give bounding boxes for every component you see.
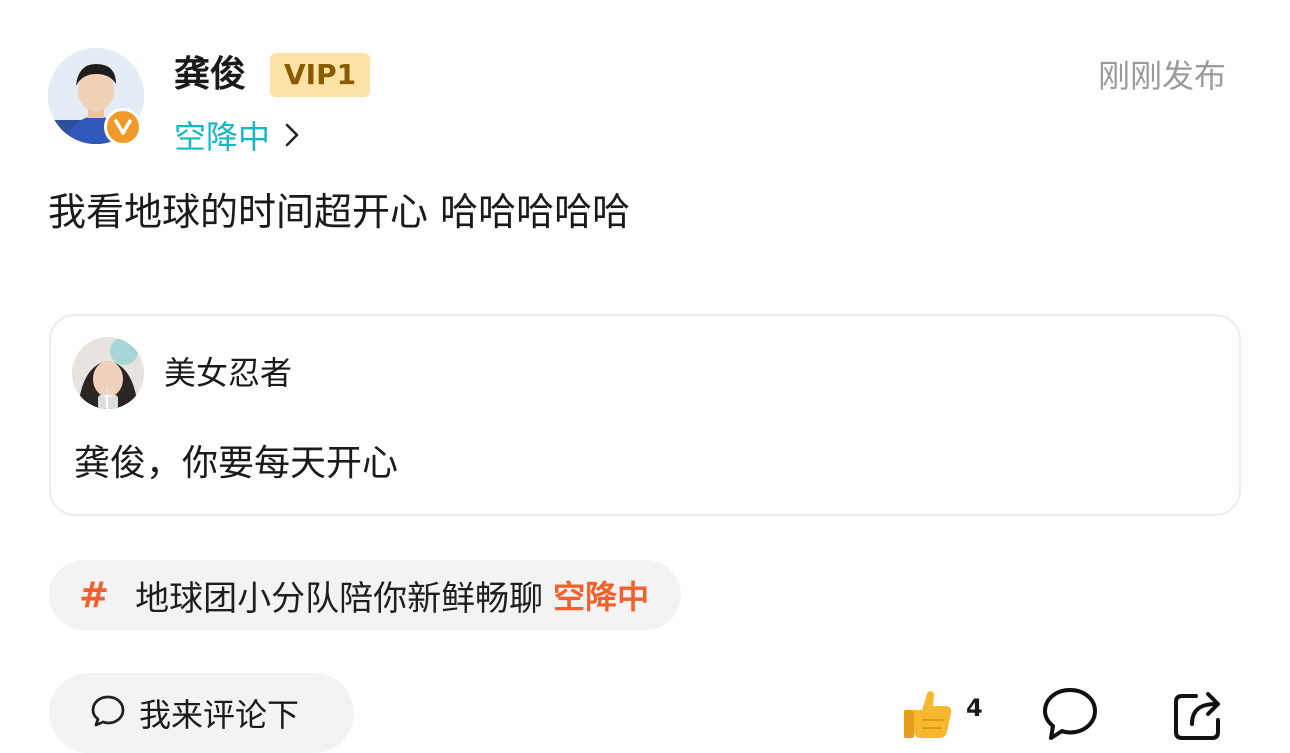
topic-title: 地球团小分队陪你新鲜畅聊	[135, 578, 544, 619]
like-count: 4	[966, 694, 983, 722]
like-button[interactable]	[900, 686, 956, 746]
quote-text: 龚俊，你要每天开心	[74, 443, 399, 484]
hashtag-icon: #	[79, 574, 110, 616]
share-button[interactable]	[1172, 688, 1226, 746]
thumbs-up-icon	[900, 691, 956, 746]
post-text: 我看地球的时间超开心 哈哈哈哈哈	[48, 190, 631, 234]
chevron-right-icon	[284, 122, 300, 152]
comment-button[interactable]	[1040, 686, 1100, 746]
verified-icon	[104, 108, 142, 146]
share-icon	[1172, 692, 1226, 746]
topic-status: 空降中	[553, 578, 650, 616]
vip-badge: VIP1	[270, 53, 371, 97]
timestamp: 刚刚发布	[1098, 57, 1227, 95]
comment-icon	[1040, 688, 1100, 746]
comment-placeholder: 我来评论下	[139, 696, 300, 734]
quote-author-name[interactable]: 美女忍者	[164, 350, 292, 396]
status-link[interactable]: 空降中	[174, 114, 300, 160]
comment-input-button[interactable]: 我来评论下	[49, 673, 354, 753]
topic-pill[interactable]: # 地球团小分队陪你新鲜畅聊 空降中	[49, 560, 682, 630]
username[interactable]: 龚俊	[174, 50, 246, 100]
chat-bubble-icon	[89, 692, 127, 734]
status-text: 空降中	[174, 118, 271, 156]
quote-author-avatar[interactable]	[72, 337, 144, 409]
